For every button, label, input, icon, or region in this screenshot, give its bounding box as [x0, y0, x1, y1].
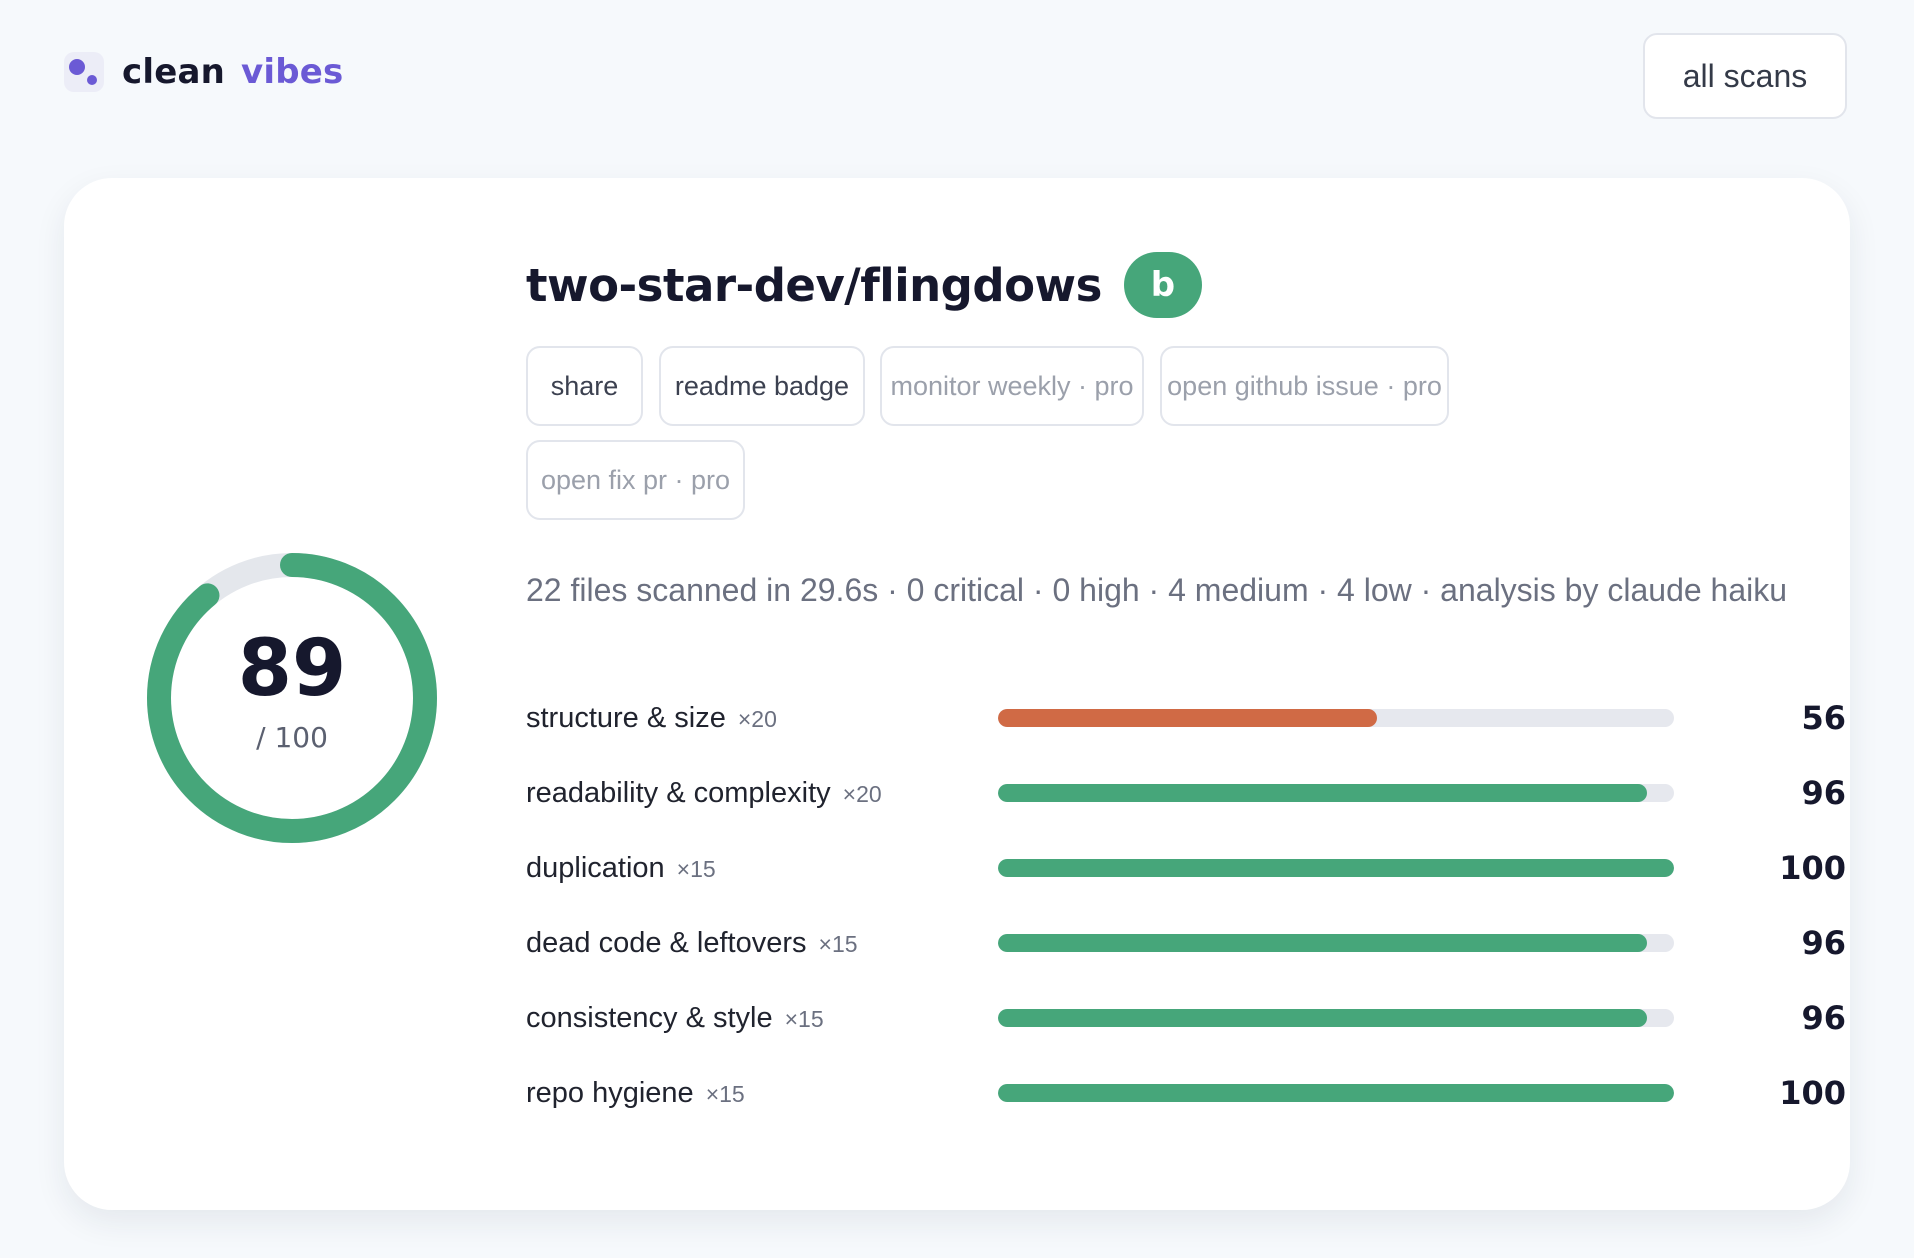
open-fix-pr-button[interactable]: open fix pr · pro — [526, 440, 745, 520]
metric-weight: ×15 — [818, 931, 858, 957]
metric-row: readability & complexity ×20 96 — [526, 773, 1846, 813]
all-scans-button[interactable]: all scans — [1643, 33, 1847, 119]
metric-bar-fill — [998, 709, 1377, 727]
metric-row: consistency & style ×15 96 — [526, 998, 1846, 1038]
overall-score-max: / 100 — [256, 721, 328, 754]
metric-bar-track — [998, 784, 1674, 802]
metric-row: structure & size ×20 56 — [526, 698, 1846, 738]
logo-dots-icon — [64, 52, 104, 92]
readme-badge-button[interactable]: readme badge — [659, 346, 865, 426]
metric-bar-fill — [998, 1084, 1674, 1102]
monitor-weekly-button[interactable]: monitor weekly · pro — [880, 346, 1144, 426]
metric-bar-track — [998, 709, 1674, 727]
scan-summary: 22 files scanned in 29.6s · 0 critical ·… — [526, 572, 1788, 608]
share-button[interactable]: share — [526, 346, 643, 426]
metric-bar-fill — [998, 934, 1647, 952]
metric-row: dead code & leftovers ×15 96 — [526, 923, 1846, 963]
metric-label: repo hygiene — [526, 1077, 694, 1109]
overall-score: 89 — [237, 624, 347, 714]
metric-value: 96 — [1801, 924, 1846, 962]
metric-bar-track — [998, 1009, 1674, 1027]
metric-value: 100 — [1779, 849, 1846, 887]
brand-word-vibes: vibes — [241, 52, 344, 92]
metric-weight: ×15 — [676, 856, 716, 882]
repo-name: two-star-dev/flingdows — [526, 258, 1102, 312]
open-github-issue-button[interactable]: open github issue · pro — [1160, 346, 1449, 426]
app-header: clean vibes — [64, 52, 343, 92]
metric-bar-fill — [998, 1009, 1647, 1027]
metric-value: 100 — [1779, 1074, 1846, 1112]
metric-bar-track — [998, 859, 1674, 877]
metric-value: 96 — [1801, 774, 1846, 812]
metric-weight: ×20 — [737, 706, 777, 732]
metric-label: structure & size — [526, 702, 726, 734]
metric-bar-fill — [998, 784, 1647, 802]
metric-bar-track — [998, 1084, 1674, 1102]
metric-weight: ×15 — [705, 1081, 745, 1107]
brand-name[interactable]: clean vibes — [122, 52, 343, 92]
metric-label: consistency & style — [526, 1002, 773, 1034]
scan-report-card: 89 / 100 two-star-dev/flingdows b share … — [64, 178, 1850, 1210]
metric-row: repo hygiene ×15 100 — [526, 1073, 1846, 1113]
metric-label: duplication — [526, 852, 665, 884]
score-gauge: 89 / 100 — [142, 548, 442, 848]
metric-weight: ×15 — [784, 1006, 824, 1032]
metric-value: 56 — [1801, 699, 1846, 737]
repo-title-row: two-star-dev/flingdows b — [526, 252, 1202, 318]
metric-label: dead code & leftovers — [526, 927, 807, 959]
grade-badge: b — [1123, 252, 1202, 318]
metric-weight: ×20 — [842, 781, 882, 807]
metric-row: duplication ×15 100 — [526, 848, 1846, 888]
metric-value: 96 — [1801, 999, 1846, 1037]
metric-label: readability & complexity — [526, 777, 831, 809]
brand-word-clean: clean — [122, 52, 226, 92]
metric-bar-fill — [998, 859, 1674, 877]
metric-bar-track — [998, 934, 1674, 952]
